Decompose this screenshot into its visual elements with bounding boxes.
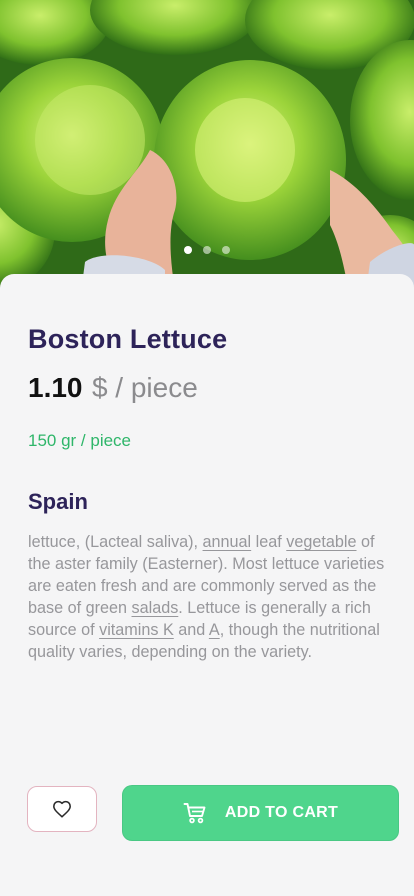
link-annual[interactable]: annual <box>203 533 252 551</box>
product-title: Boston Lettuce <box>28 324 228 354</box>
carousel-dot-active[interactable] <box>184 246 192 254</box>
cart-icon <box>183 803 206 824</box>
product-description: lettuce, (Lacteal saliva), annual leaf v… <box>28 533 385 661</box>
price-unit: $ / piece <box>91 372 198 403</box>
heart-icon <box>53 800 71 818</box>
lettuce-photo <box>0 0 414 300</box>
carousel-dot[interactable] <box>222 246 230 254</box>
link-vitamin-a[interactable]: A <box>209 621 220 639</box>
weight-label: 150 gr / piece <box>28 431 132 450</box>
link-vegetable[interactable]: vegetable <box>286 533 356 551</box>
link-vitamins-k[interactable]: vitamins K <box>99 621 174 639</box>
price-value: 1.10 <box>28 372 83 403</box>
carousel-dot[interactable] <box>203 246 211 254</box>
link-salads[interactable]: salads <box>132 599 179 617</box>
origin-heading: Spain <box>28 489 88 514</box>
favorite-button[interactable] <box>27 786 97 832</box>
add-to-cart-label: ADD TO CART <box>224 804 339 821</box>
carousel-indicator <box>0 246 414 254</box>
price-row: 1.10 $ / piece <box>28 372 198 404</box>
add-to-cart-button[interactable]: ADD TO CART <box>122 785 399 841</box>
product-details-card: Boston Lettuce 1.10 $ / piece 150 gr / p… <box>0 274 414 896</box>
product-hero-image[interactable] <box>0 0 414 300</box>
